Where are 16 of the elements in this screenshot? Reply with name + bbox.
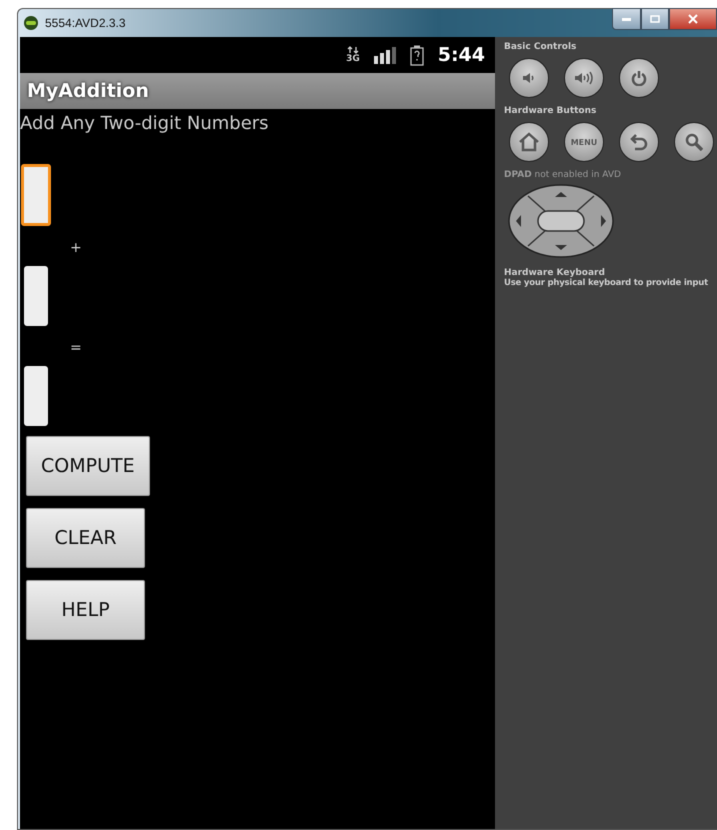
network-type: 3G	[346, 55, 360, 64]
menu-button[interactable]: MENU	[564, 122, 604, 162]
section-label: Basic Controls	[504, 42, 578, 52]
app-title: MyAddition	[27, 80, 149, 102]
operator-sign: =	[70, 340, 82, 356]
section-label: Hardware Buttons	[504, 106, 598, 116]
action-button[interactable]: HELP	[26, 580, 145, 640]
clock-time: 5:44	[438, 44, 485, 66]
operator-sign: +	[70, 240, 82, 256]
action-button[interactable]: COMPUTE	[26, 436, 150, 496]
action-button[interactable]: CLEAR	[26, 508, 145, 568]
keyboard-hint: Use your physical keyboard to provide input	[504, 278, 709, 288]
window-title: 5554:AVD2.3.3	[45, 16, 127, 30]
dpad-label: DPAD not enabled in AVD	[504, 170, 622, 180]
heading-text: Add Any Two-digit Numbers	[20, 112, 269, 134]
section-label: Hardware Keyboard	[504, 268, 606, 278]
